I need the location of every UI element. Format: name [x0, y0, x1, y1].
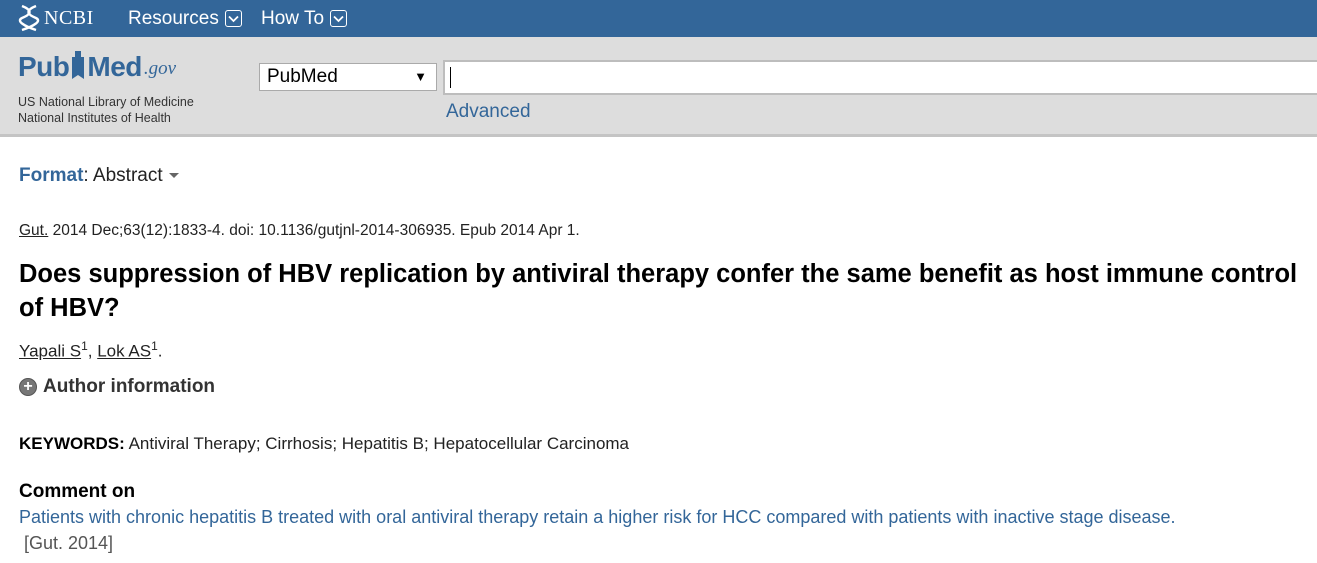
- author-list-end: .: [157, 341, 163, 361]
- author-information-label: Author information: [43, 376, 216, 397]
- expand-plus-icon: +: [19, 378, 37, 396]
- author-information-toggle[interactable]: + Author information: [19, 376, 215, 398]
- comment-source: [Gut. 2014]: [24, 533, 114, 553]
- pubmed-header: Pub Med .gov US National Library of Medi…: [0, 37, 1317, 137]
- format-label: Format: [19, 165, 84, 186]
- comment-article-link[interactable]: Patients with chronic hepatitis B treate…: [19, 507, 1176, 528]
- logo-med-text: Med: [87, 51, 142, 82]
- logo-gov-text: .gov: [143, 58, 177, 79]
- format-colon: :: [83, 165, 93, 186]
- advanced-search-link[interactable]: Advanced: [446, 101, 531, 123]
- article-title: Does suppression of HBV replication by a…: [19, 260, 1298, 322]
- citation-details: 2014 Dec;63(12):1833-4. doi: 10.1136/gut…: [48, 222, 580, 239]
- author-affiliation: 1: [151, 339, 158, 353]
- format-selector[interactable]: Format: Abstract: [19, 165, 179, 187]
- ncbi-logo[interactable]: NCBI: [18, 4, 94, 32]
- logo-pub-text: Pub: [18, 51, 70, 82]
- how-to-menu[interactable]: How To: [261, 0, 348, 37]
- comment-on-heading: Comment on: [19, 481, 136, 502]
- author-separator: ,: [87, 341, 98, 361]
- database-select-value: PubMed: [267, 66, 338, 87]
- ncbi-top-bar: NCBI Resources How To: [0, 0, 1317, 37]
- text-cursor: [450, 67, 451, 88]
- dropdown-arrow-icon: ▼: [414, 69, 427, 84]
- keywords-label: KEYWORDS:: [19, 434, 125, 453]
- keywords-values: Antiviral Therapy; Cirrhosis; Hepatitis …: [128, 434, 630, 453]
- resources-menu[interactable]: Resources: [128, 0, 242, 37]
- format-value: Abstract: [92, 165, 163, 186]
- search-input[interactable]: [443, 60, 1317, 95]
- chevron-down-icon: [330, 10, 348, 27]
- author-affiliation: 1: [81, 339, 88, 353]
- ncbi-helix-icon: [18, 4, 40, 32]
- author-link[interactable]: Yapali S: [19, 342, 81, 361]
- pubmed-logo[interactable]: Pub Med .gov: [18, 51, 176, 83]
- org-name-nlm: US National Library of Medicine: [18, 95, 194, 109]
- journal-link[interactable]: Gut.: [19, 222, 48, 239]
- ncbi-logo-text: NCBI: [44, 6, 94, 29]
- book-icon: [72, 51, 85, 79]
- chevron-down-icon: [224, 10, 242, 27]
- author-link[interactable]: Lok AS: [97, 342, 151, 361]
- citation-line: Gut. 2014 Dec;63(12):1833-4. doi: 10.113…: [19, 222, 580, 240]
- database-select[interactable]: PubMed ▼: [259, 63, 437, 91]
- org-name-nih: National Institutes of Health: [18, 111, 171, 125]
- how-to-menu-label: How To: [261, 7, 325, 29]
- keywords-section: KEYWORDS: Antiviral Therapy; Cirrhosis; …: [19, 434, 629, 454]
- caret-down-icon: [168, 173, 179, 179]
- resources-menu-label: Resources: [128, 7, 219, 29]
- author-list: Yapali S1, Lok AS1.: [19, 339, 163, 362]
